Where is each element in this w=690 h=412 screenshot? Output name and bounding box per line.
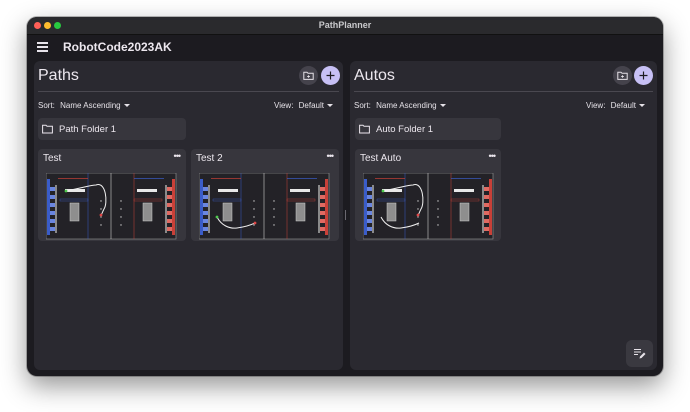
chevron-down-icon [639, 104, 646, 107]
add-auto-folder-button[interactable] [613, 66, 632, 85]
paths-sort-dropdown[interactable]: Sort: Name Ascending [38, 101, 130, 110]
sort-label: Sort: [38, 101, 55, 110]
folder-add-icon [303, 71, 314, 80]
view-label: View: [586, 101, 606, 110]
folder-label: Path Folder 1 [59, 124, 117, 135]
folder-icon [42, 124, 53, 134]
plus-icon [639, 71, 648, 80]
title-bar: PathPlanner [27, 17, 663, 35]
autos-view-dropdown[interactable]: View: Default [586, 101, 646, 110]
window-title: PathPlanner [318, 20, 372, 30]
paths-view-dropdown[interactable]: View: Default [274, 101, 334, 110]
paths-divider [38, 91, 339, 92]
sort-label: Sort: [354, 101, 371, 110]
add-auto-button[interactable] [634, 66, 653, 85]
path-card-test-2[interactable]: Test 2 ••• [191, 149, 339, 241]
view-value: Default [610, 101, 637, 110]
paths-panel: Paths Sort: Name Ascending View: Default… [34, 61, 343, 370]
path-card-title: Test 2 [196, 153, 223, 164]
folder-icon [359, 124, 370, 134]
add-path-button[interactable] [321, 66, 340, 85]
chevron-down-icon [327, 104, 334, 107]
project-title: RobotCode2023AK [63, 40, 172, 54]
autos-panel: Autos Sort: Name Ascending View: Default… [350, 61, 657, 370]
autos-sort-dropdown[interactable]: Sort: Name Ascending [354, 101, 446, 110]
view-label: View: [274, 101, 294, 110]
panel-splitter-handle[interactable] [344, 210, 348, 220]
path-folder-card[interactable]: Path Folder 1 [38, 118, 186, 140]
sort-value: Name Ascending [376, 101, 437, 110]
autos-divider [354, 91, 653, 92]
auto-preview-field [363, 173, 494, 240]
more-icon[interactable]: ••• [327, 151, 335, 161]
path-card-test[interactable]: Test ••• [38, 149, 186, 241]
sort-value: Name Ascending [60, 101, 121, 110]
auto-card-title: Test Auto [360, 153, 402, 164]
more-icon[interactable]: ••• [174, 151, 182, 161]
app-bar: RobotCode2023AK [27, 35, 663, 61]
edit-note-icon [634, 349, 646, 359]
chevron-down-icon [439, 104, 446, 107]
edit-note-button[interactable] [626, 340, 653, 367]
more-icon[interactable]: ••• [489, 151, 497, 161]
chevron-down-icon [123, 104, 130, 107]
folder-add-icon [617, 71, 628, 80]
folder-label: Auto Folder 1 [376, 124, 434, 135]
menu-icon[interactable] [37, 42, 48, 52]
autos-title: Autos [354, 67, 395, 84]
view-value: Default [298, 101, 325, 110]
path-preview-field [199, 173, 330, 240]
path-preview-field [46, 173, 177, 240]
auto-folder-card[interactable]: Auto Folder 1 [355, 118, 501, 140]
plus-icon [326, 71, 335, 80]
auto-card-test-auto[interactable]: Test Auto ••• [355, 149, 501, 241]
paths-title: Paths [38, 67, 79, 84]
add-path-folder-button[interactable] [299, 66, 318, 85]
path-card-title: Test [43, 153, 62, 164]
app-window: PathPlanner RobotCode2023AK Paths Sort: … [27, 17, 663, 376]
